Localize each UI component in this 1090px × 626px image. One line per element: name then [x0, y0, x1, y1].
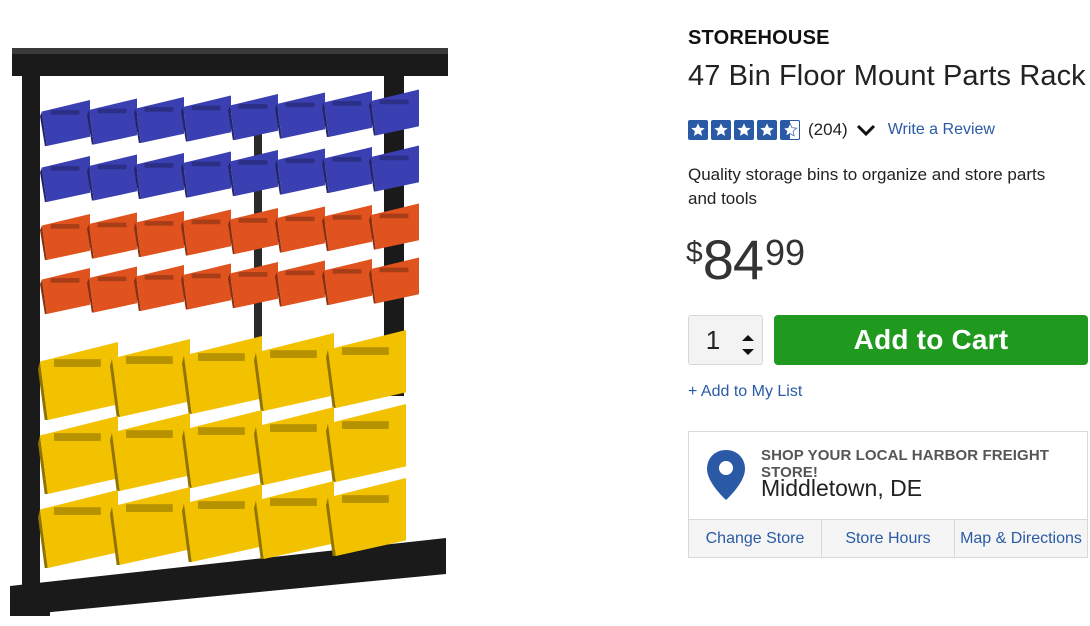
price-currency: $ [686, 236, 703, 269]
arrow-up-icon[interactable] [741, 329, 755, 341]
price-cents: 99 [764, 232, 806, 273]
store-info: SHOP YOUR LOCAL HARBOR FREIGHT STORE! Mi… [689, 432, 1087, 520]
store-name: Middletown, DE [761, 475, 923, 501]
map-pin-icon [707, 450, 745, 500]
map-directions-link[interactable]: Map & Directions [955, 520, 1087, 557]
star-icon [688, 120, 708, 140]
product-price: $ 84 99 [686, 230, 805, 290]
product-description: Quality storage bins to organize and sto… [688, 165, 1046, 208]
star-icon [757, 120, 777, 140]
change-store-link[interactable]: Change Store [689, 520, 822, 557]
star-icon [734, 120, 754, 140]
product-brand[interactable]: STOREHOUSE [688, 27, 830, 50]
store-locator: SHOP YOUR LOCAL HARBOR FREIGHT STORE! Mi… [688, 431, 1088, 558]
product-title: 47 Bin Floor Mount Parts Rack [688, 60, 1086, 92]
rating-row: (204) Write a Review [688, 118, 995, 142]
chevron-down-icon[interactable] [856, 123, 876, 137]
quantity-stepper[interactable]: 1 [688, 315, 763, 365]
star-icon [711, 120, 731, 140]
quantity-value[interactable]: 1 [689, 325, 737, 356]
price-dollars: 84 [702, 228, 764, 291]
arrow-down-icon[interactable] [741, 343, 755, 355]
quantity-arrows [741, 329, 755, 355]
store-links: Change Store Store Hours Map & Direction… [689, 519, 1087, 557]
star-rating[interactable] [688, 120, 800, 140]
product-image[interactable] [0, 38, 470, 618]
star-half-icon [780, 120, 800, 140]
write-review-link[interactable]: Write a Review [888, 121, 995, 139]
add-to-list-link[interactable]: + Add to My List [688, 383, 802, 401]
review-count[interactable]: (204) [808, 120, 848, 140]
add-to-cart-button[interactable]: Add to Cart [774, 315, 1088, 365]
store-hours-link[interactable]: Store Hours [822, 520, 955, 557]
